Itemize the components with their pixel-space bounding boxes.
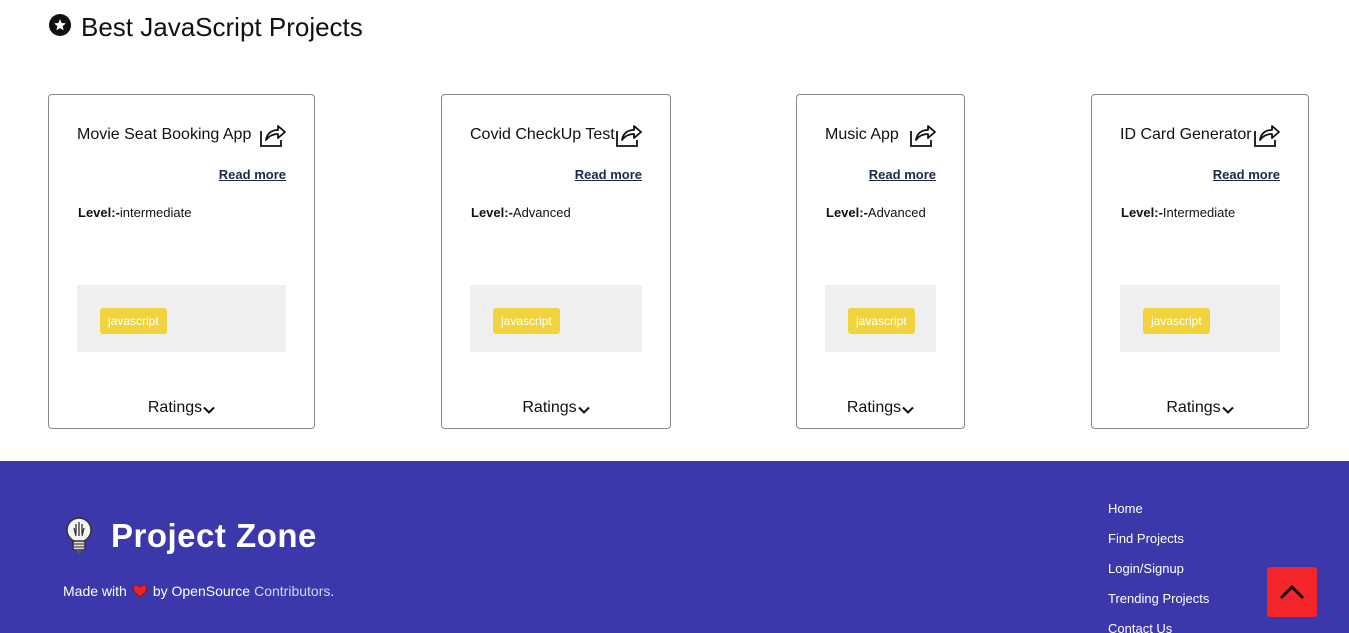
ratings-label: Ratings (846, 399, 902, 416)
brand-name: Project Zone (111, 517, 317, 554)
contributors-link[interactable]: Contributors (254, 583, 330, 599)
share-icon[interactable] (1252, 121, 1280, 149)
level-value: intermediate (119, 205, 192, 220)
project-card: ID Card Generator Read more Level:-Inter… (1091, 94, 1309, 429)
share-icon[interactable] (614, 121, 642, 149)
ratings-toggle[interactable]: Ratings (1092, 399, 1308, 417)
section-title: Best JavaScript Projects (81, 12, 363, 42)
footer-link-find-projects[interactable]: Find Projects (1108, 531, 1209, 561)
tags-box: javascript (825, 285, 936, 352)
footer-brand[interactable]: Project Zone (63, 516, 317, 556)
ratings-toggle[interactable]: Ratings (442, 399, 670, 417)
level-info: Level:-Intermediate (1121, 205, 1235, 220)
level-info: Level:-intermediate (78, 205, 191, 220)
made-with-text: Made with (63, 583, 127, 599)
level-label: Level:- (826, 205, 868, 220)
tags-box: javascript (470, 285, 642, 352)
level-value: Advanced (512, 205, 571, 220)
chevron-up-icon (1279, 584, 1305, 600)
share-icon[interactable] (908, 121, 936, 149)
card-header: Music App (825, 121, 936, 149)
card-header: Movie Seat Booking App (77, 121, 286, 149)
tag-javascript[interactable]: javascript (1143, 308, 1210, 334)
chevron-down-icon (577, 406, 590, 414)
site-footer: Project Zone Made with by OpenSource Cont… (0, 461, 1349, 633)
chevron-down-icon (203, 406, 215, 414)
ratings-label: Ratings (147, 399, 203, 416)
level-info: Level:-Advanced (826, 205, 926, 220)
chevron-down-icon (1221, 406, 1234, 414)
period: . (330, 583, 335, 599)
ratings-toggle[interactable]: Ratings (49, 399, 314, 417)
level-label: Level:- (471, 205, 513, 220)
read-more-link[interactable]: Read more (219, 167, 286, 182)
lightbulb-icon (66, 517, 92, 554)
card-title: Covid CheckUp Test (470, 126, 615, 143)
level-label: Level:- (1121, 205, 1163, 220)
read-more-link[interactable]: Read more (869, 167, 936, 182)
heart-icon (132, 584, 148, 598)
page: Best JavaScript Projects Movie Seat Book… (0, 0, 1349, 633)
footer-link-contact-us[interactable]: Contact Us (1108, 621, 1209, 633)
project-card: Music App Read more Level:-Advanced java… (796, 94, 965, 429)
tags-box: javascript (77, 285, 286, 352)
tag-javascript[interactable]: javascript (493, 308, 560, 334)
share-icon[interactable] (258, 121, 286, 149)
card-title: Music App (825, 126, 899, 143)
project-card: Covid CheckUp Test Read more Level:-Adva… (441, 94, 671, 429)
star-circle-icon (49, 13, 71, 36)
level-value: Intermediate (1162, 205, 1236, 220)
ratings-label: Ratings (1166, 399, 1221, 416)
chevron-down-icon (902, 406, 914, 414)
read-more-link[interactable]: Read more (575, 167, 642, 182)
read-more-link[interactable]: Read more (1213, 167, 1280, 182)
footer-link-home[interactable]: Home (1108, 501, 1209, 531)
ratings-label: Ratings (522, 399, 577, 416)
level-label: Level:- (78, 205, 120, 220)
card-title: ID Card Generator (1120, 126, 1252, 143)
tag-javascript[interactable]: javascript (848, 308, 915, 334)
back-to-top-button[interactable] (1267, 567, 1317, 617)
tags-box: javascript (1120, 285, 1280, 352)
tag-javascript[interactable]: javascript (100, 308, 167, 334)
by-text: by OpenSource (152, 583, 251, 599)
footer-link-login-signup[interactable]: Login/Signup (1108, 561, 1209, 591)
level-info: Level:-Advanced (471, 205, 571, 220)
project-card: Movie Seat Booking App Read more Level:-… (48, 94, 315, 429)
card-header: Covid CheckUp Test (470, 121, 642, 149)
ratings-toggle[interactable]: Ratings (797, 399, 964, 417)
footer-link-trending-projects[interactable]: Trending Projects (1108, 591, 1209, 621)
section-heading: Best JavaScript Projects (49, 12, 363, 43)
footer-nav: Home Find Projects Login/Signup Trending… (1108, 501, 1209, 633)
level-value: Advanced (867, 205, 926, 220)
made-with-credit: Made with by OpenSource Contributors. (63, 583, 334, 599)
card-title: Movie Seat Booking App (77, 126, 252, 143)
card-header: ID Card Generator (1120, 121, 1280, 149)
